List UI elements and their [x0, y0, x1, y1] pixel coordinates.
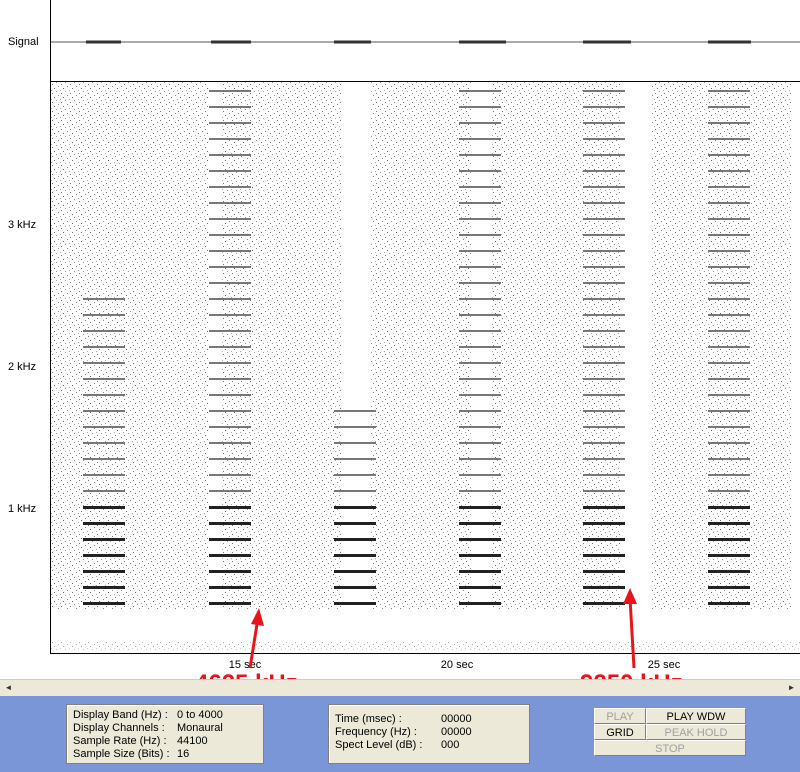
display-channels-label: Display Channels :	[73, 722, 165, 734]
spect-level-value: 000	[441, 739, 460, 751]
time-label: Time (msec) :	[335, 713, 402, 725]
time-tick-20: 20 sec	[440, 659, 474, 671]
horizontal-scrollbar[interactable]: ◄ ►	[0, 679, 800, 696]
sample-rate-value: 44100	[177, 735, 208, 747]
peak-hold-button[interactable]: PEAK HOLD	[646, 724, 746, 740]
sample-rate-label: Sample Rate (Hz) :	[73, 735, 167, 747]
grid-button[interactable]: GRID	[594, 724, 646, 740]
play-window-button[interactable]: PLAY WDW	[646, 708, 746, 724]
display-band-value: 0 to 4000	[177, 709, 223, 721]
signal-waveform	[51, 40, 800, 44]
sample-size-label: Sample Size (Bits) :	[73, 748, 170, 760]
signal-waveform-pane[interactable]	[50, 0, 800, 82]
spect-level-label: Spect Level (dB) :	[335, 739, 423, 751]
signal-axis-label: Signal	[8, 36, 39, 48]
control-panel: Display Band (Hz) : 0 to 4000 Display Ch…	[0, 696, 800, 772]
freq-label-3khz: 3 kHz	[8, 219, 37, 231]
display-info-box: Display Band (Hz) : 0 to 4000 Display Ch…	[66, 704, 264, 764]
frequency-value: 00000	[441, 726, 472, 738]
spectrogram-pane[interactable]	[50, 82, 800, 654]
play-button[interactable]: PLAY	[594, 708, 646, 724]
sample-size-value: 16	[177, 748, 190, 760]
arrow-right-icon[interactable]: ►	[784, 681, 799, 695]
spectrogram-image	[51, 82, 800, 650]
arrow-left-icon[interactable]: ◄	[1, 681, 16, 695]
stop-button[interactable]: STOP	[594, 740, 746, 756]
frequency-label: Frequency (Hz) :	[335, 726, 417, 738]
cursor-info-box: Time (msec) : 00000 Frequency (Hz) : 000…	[328, 704, 530, 764]
freq-label-2khz: 2 kHz	[8, 361, 37, 373]
display-band-label: Display Band (Hz) :	[73, 709, 168, 721]
freq-label-1khz: 1 kHz	[8, 503, 37, 515]
display-channels-value: Monaural	[177, 722, 223, 734]
time-value: 00000	[441, 713, 472, 725]
